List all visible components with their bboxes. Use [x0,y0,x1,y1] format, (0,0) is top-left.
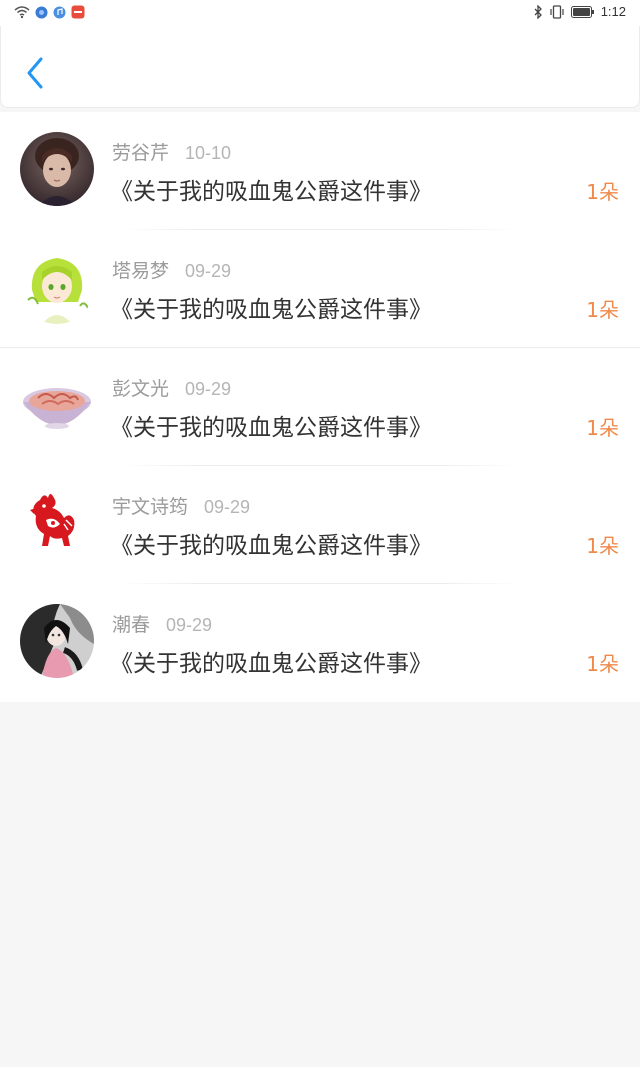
status-bar: 1:12 [0,0,640,26]
gift-record-list: 劳谷芹10-10 《关于我的吸血鬼公爵这件事》 1朵 塔易梦09-29 《关 [0,112,640,702]
status-right-icons: 1:12 [533,4,626,19]
sender-name-text: 彭文光 [112,378,170,400]
sender-name-text: 宇文诗筠 [112,496,189,518]
gift-date: 09-29 [185,379,232,399]
top-nav-header [0,26,640,108]
battery-icon [570,5,594,18]
music-icon [53,6,66,18]
book-title[interactable]: 《关于我的吸血鬼公爵这件事》 [110,408,432,442]
list-item[interactable]: 塔易梦 09-29 《关于我的吸血鬼公爵这件事》 1朵 [0,230,640,348]
bowl-avatar[interactable] [20,368,94,442]
gift-date: 09-29 [204,497,251,517]
status-left-icons [14,5,85,19]
sender-name: 彭文光 09-29 [112,374,231,401]
book-title[interactable]: 《关于我的吸血鬼公爵这件事》 [110,526,432,560]
list-item[interactable]: 彭文光 09-29 《关于我的吸血鬼公爵这件事》 1朵 [0,348,640,466]
gift-date: 09-29 [185,261,232,281]
status-time: 1:12 [600,4,626,19]
vibrate-icon [550,4,564,19]
flower-count: 1朵 [586,534,619,558]
sender-name-text: 潮春 [112,614,151,636]
flower-count: 1朵 [586,652,619,676]
list-item[interactable]: 宇文诗筠 09-29 《关于我的吸血鬼公爵这件事》 1朵 [0,466,640,584]
sender-name: 潮春 09-29 [112,610,212,637]
sender-name: 宇文诗筠 09-29 [112,492,250,519]
flower-count: 1朵 [586,180,619,204]
anime-girl-avatar[interactable] [20,250,94,324]
wifi-icon [14,6,30,19]
paper-cut-rooster-avatar[interactable] [20,486,94,560]
sender-name-text: 劳谷芹 [112,142,170,164]
illustration-avatar[interactable] [20,604,94,678]
sender-name: 塔易梦 09-29 [112,256,231,283]
book-title[interactable]: 《关于我的吸血鬼公爵这件事》 [110,644,432,678]
back-button[interactable] [15,54,55,94]
gift-date: 09-29 [166,615,213,635]
browser-icon [35,6,48,18]
gift-date: 10-10 [185,143,232,163]
app-notification-icon [71,5,85,19]
book-title[interactable]: 《关于我的吸血鬼公爵这件事》 [110,290,432,324]
sender-name: 劳谷芹 10-10 [112,138,231,165]
chevron-left-icon [27,57,43,89]
flower-count: 1朵 [586,298,619,322]
list-item[interactable]: 劳谷芹 10-10 《关于我的吸血鬼公爵这件事》 1朵 [0,112,640,230]
flower-count: 1朵 [586,416,619,440]
portrait-avatar[interactable] [20,132,94,206]
sender-name-text: 塔易梦 [112,260,170,282]
list-item[interactable]: 潮春 09-29 《关于我的吸血鬼公爵这件事》 1朵 [0,584,640,702]
bluetooth-icon [534,4,542,19]
book-title[interactable]: 《关于我的吸血鬼公爵这件事》 [110,172,432,206]
